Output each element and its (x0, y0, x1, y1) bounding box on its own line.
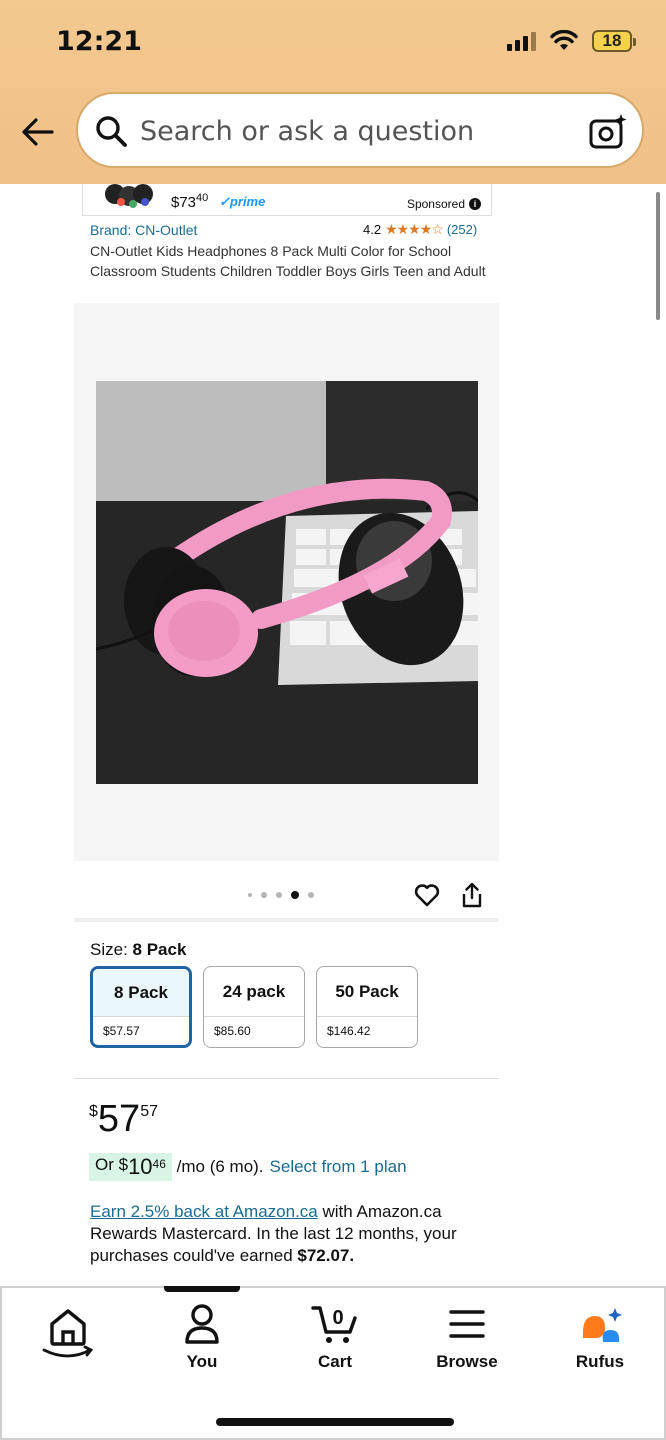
rufus-icon (583, 1308, 622, 1342)
nav-browse[interactable]: Browse (417, 1302, 517, 1372)
pagination-dot[interactable] (308, 892, 314, 898)
sponsored-price: $7340 (171, 192, 209, 211)
size-option-name: 50 Pack (317, 967, 417, 1017)
size-label: Size: 8 Pack (90, 940, 187, 959)
nav-label: Cart (317, 1352, 352, 1371)
cart-icon: 0 (311, 1306, 357, 1343)
battery-icon: 18 (592, 30, 636, 52)
info-icon[interactable]: i (469, 198, 481, 210)
sponsored-product-card[interactable]: $7340 ✓prime Sponsored i (82, 184, 492, 216)
product-image[interactable] (96, 381, 478, 784)
size-option-price: $146.42 (327, 1024, 371, 1038)
size-option-50-pack[interactable]: 50 Pack $146.42 (316, 966, 418, 1048)
nav-label: Rufus (575, 1352, 625, 1371)
menu-icon (449, 1310, 485, 1338)
app-header: 12:21 18 Search or ask a question (0, 0, 666, 184)
nav-rufus[interactable]: Rufus (550, 1302, 650, 1372)
product-page: 12:21 18 Search or ask a question $7340 … (0, 0, 666, 1440)
size-option-8-pack[interactable]: 8 Pack $57.57 (90, 966, 192, 1048)
cart-count: 0 (332, 1307, 343, 1329)
nav-label: Browse (436, 1352, 498, 1371)
product-price: $ 57 57 (89, 1098, 158, 1140)
size-option-24-pack[interactable]: 24 pack $85.60 (203, 966, 305, 1048)
product-title: CN-Outlet Kids Headphones 8 Pack Multi C… (90, 243, 486, 279)
share-icon[interactable] (460, 882, 484, 908)
nav-cart[interactable]: 0 Cart (285, 1302, 385, 1372)
signal-icon (507, 31, 536, 51)
prime-badge: ✓prime (219, 194, 266, 209)
size-option-name: 24 pack (204, 967, 304, 1017)
sponsored-label: Sponsored i (407, 197, 481, 211)
section-divider (74, 918, 499, 922)
monthly-payment: Or $10 46 /mo (6 mo). Select from 1 plan (89, 1152, 407, 1182)
pagination-dot[interactable] (261, 892, 267, 898)
rating-value: 4.2 (363, 222, 382, 237)
heart-icon[interactable] (414, 882, 440, 908)
star-rating-icon: ★★★★☆ (385, 221, 444, 237)
pagination-dot[interactable] (276, 892, 282, 898)
section-divider (74, 1078, 499, 1079)
nav-home[interactable] (18, 1302, 118, 1366)
status-icons: 18 (507, 30, 636, 52)
pagination-dot[interactable] (248, 893, 252, 897)
select-plan-link[interactable]: Select from 1 plan (270, 1157, 407, 1177)
product-image-gallery[interactable] (74, 303, 499, 861)
active-tab-indicator (164, 1286, 240, 1292)
search-icon (96, 116, 127, 147)
image-pagination-dots[interactable] (248, 891, 314, 899)
pagination-dot-active[interactable] (291, 891, 299, 899)
rating-count[interactable]: (252) (447, 222, 477, 237)
status-time: 12:21 (56, 26, 142, 57)
size-option-name: 8 Pack (93, 969, 189, 1017)
bottom-navigation: You 0 Cart Browse Rufus (0, 1286, 666, 1440)
camera-icon[interactable] (588, 112, 628, 152)
monthly-suffix: /mo (6 mo). (171, 1157, 264, 1176)
search-input[interactable]: Search or ask a question (140, 116, 474, 147)
rewards-offer: Earn 2.5% back at Amazon.ca with Amazon.… (90, 1202, 457, 1265)
size-option-price: $57.57 (103, 1024, 140, 1038)
monthly-price-pill: Or $10 46 (89, 1153, 172, 1181)
rating[interactable]: 4.2 ★★★★☆ (252) (363, 221, 477, 238)
brand-link[interactable]: Brand: CN-Outlet (90, 222, 197, 238)
scrollbar[interactable] (656, 192, 660, 320)
nav-you[interactable]: You (152, 1302, 252, 1372)
home-indicator[interactable] (216, 1418, 454, 1426)
nav-label: You (186, 1352, 218, 1371)
rewards-link[interactable]: Earn 2.5% back at Amazon.ca (90, 1202, 318, 1221)
search-bar[interactable]: Search or ask a question (76, 92, 644, 168)
home-icon (42, 1309, 94, 1358)
sponsored-product-thumbnail (105, 184, 153, 208)
person-icon (185, 1304, 219, 1344)
back-arrow-icon[interactable] (18, 112, 58, 152)
size-option-price: $85.60 (214, 1024, 251, 1038)
wifi-icon (550, 30, 578, 50)
